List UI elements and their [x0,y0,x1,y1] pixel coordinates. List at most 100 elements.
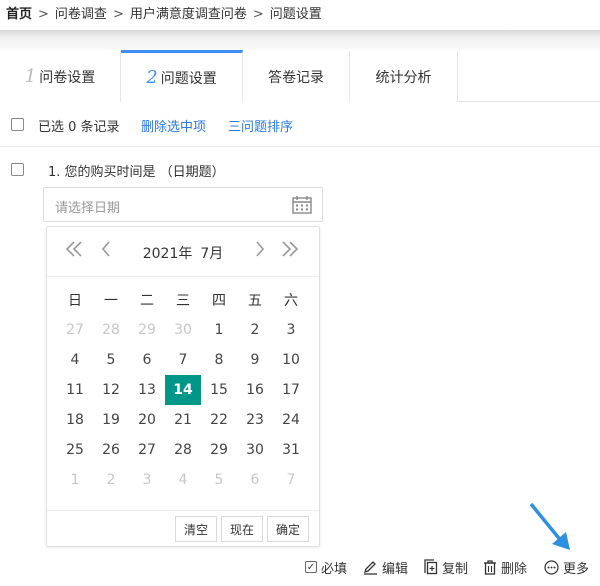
tab-bar: 1 问卷设置 2 问题设置 答卷记录 统计分析 [0,50,600,102]
calendar-day[interactable]: 2 [237,315,273,345]
calendar-day[interactable]: 31 [273,435,309,465]
month-label[interactable]: 7月 [200,246,223,262]
calendar-day[interactable]: 27 [129,435,165,465]
tab-survey-settings[interactable]: 1 问卷设置 [0,51,121,102]
tab-question-settings[interactable]: 2 问题设置 [121,50,243,102]
calendar-day[interactable]: 12 [93,375,129,405]
calendar-day[interactable]: 24 [273,405,309,435]
tab-number: 1 [24,66,37,87]
date-input-placeholder: 请选择日期 [55,201,121,216]
edit-button[interactable]: 编辑 [363,557,408,577]
select-all-checkbox[interactable] [11,118,24,131]
more-button[interactable]: 更多 [544,557,589,577]
breadcrumb: 首页 > 问卷调查 > 用户满意度调查问卷 > 问题设置 [0,0,600,32]
delete-selected-link[interactable]: 删除选中项 [141,116,206,135]
calendar-day[interactable]: 11 [57,375,93,405]
calendar-day[interactable]: 28 [165,435,201,465]
calendar-day-selected[interactable]: 14 [165,375,201,405]
calendar-day[interactable]: 5 [201,465,237,495]
calendar-icon[interactable] [292,196,312,218]
calendar-day[interactable]: 22 [201,405,237,435]
edit-icon [363,560,378,575]
breadcrumb-current: 问题设置 [269,7,322,22]
required-toggle[interactable]: ✓ 必填 [305,557,347,577]
calendar-day[interactable]: 15 [201,375,237,405]
breadcrumb-survey[interactable]: 问卷调查 [55,7,107,22]
date-picker-header: 2021年 7月 [47,227,319,277]
breadcrumb-separator: > [112,7,124,22]
calendar-day[interactable]: 20 [129,405,165,435]
next-year-icon[interactable] [281,241,299,261]
calendar-day[interactable]: 7 [273,465,309,495]
confirm-button[interactable]: 确定 [267,516,309,542]
tab-label: 答卷记录 [268,69,324,86]
weekday-header: 三 [176,293,190,309]
calendar-day[interactable]: 7 [165,345,201,375]
calendar-day[interactable]: 28 [93,315,129,345]
calendar-day[interactable]: 21 [165,405,201,435]
calendar-day[interactable]: 26 [93,435,129,465]
trash-icon [483,559,497,575]
breadcrumb-separator: > [38,7,49,22]
calendar-day[interactable]: 6 [129,345,165,375]
now-button[interactable]: 现在 [221,516,263,542]
copy-label: 复制 [442,561,469,577]
calendar-day[interactable]: 23 [237,405,273,435]
calendar-day[interactable]: 29 [129,315,165,345]
weekday-header: 六 [284,293,298,309]
copy-button[interactable]: 复制 [423,557,468,577]
calendar-day[interactable]: 5 [93,345,129,375]
more-label: 更多 [563,561,590,577]
tab-statistics[interactable]: 统计分析 [350,51,458,102]
calendar-day[interactable]: 17 [273,375,309,405]
calendar-day[interactable]: 25 [57,435,93,465]
weekday-header: 五 [248,293,262,309]
calendar-day[interactable]: 19 [93,405,129,435]
year-label[interactable]: 2021年 [143,246,193,262]
edit-label: 编辑 [382,561,409,577]
breadcrumb-questionnaire[interactable]: 用户满意度调查问卷 [130,7,247,22]
date-picker-footer: 清空 现在 确定 [47,510,319,547]
sort-questions-link[interactable]: 三问题排序 [228,116,293,135]
calendar-day[interactable]: 30 [237,435,273,465]
weekday-header: 一 [104,293,118,309]
calendar-day[interactable]: 1 [57,465,93,495]
calendar-day[interactable]: 4 [57,345,93,375]
date-input[interactable]: 请选择日期 [43,187,323,222]
calendar-day[interactable]: 2 [93,465,129,495]
calendar-day[interactable]: 29 [201,435,237,465]
calendar-day[interactable]: 30 [165,315,201,345]
calendar-day[interactable]: 16 [237,375,273,405]
year-month-label: 2021年 7月 [47,243,319,263]
calendar-day[interactable]: 13 [129,375,165,405]
more-icon [544,559,559,575]
weekday-header: 二 [140,293,154,309]
calendar-day[interactable]: 10 [273,345,309,375]
calendar-day[interactable]: 8 [201,345,237,375]
weekday-header: 日 [68,293,82,309]
toolbar: 已选 0 条记录 删除选中项 三问题排序 [0,103,600,147]
tab-number: 2 [146,67,158,88]
pointer-arrow-icon [529,502,570,550]
tab-label: 统计分析 [375,69,432,86]
calendar-day[interactable]: 27 [57,315,93,345]
question-checkbox[interactable] [11,163,24,176]
question-title: 1. 您的购买时间是 （日期题） [48,165,225,180]
required-checkbox[interactable]: ✓ [305,561,317,573]
clear-button[interactable]: 清空 [175,516,217,542]
calendar-day[interactable]: 6 [237,465,273,495]
calendar-day[interactable]: 4 [165,465,201,495]
selected-count: 已选 0 条记录 [38,120,120,135]
date-picker-popup: 2021年 7月 日一二三四五六 27 28 29 30 1 2 3 4 5 6 7 8 9 10 11 12 13… [46,226,320,547]
breadcrumb-separator: > [252,7,264,22]
calendar-day[interactable]: 3 [129,465,165,495]
calendar-day[interactable]: 1 [201,315,237,345]
next-month-icon[interactable] [255,241,265,261]
calendar-day[interactable]: 9 [237,345,273,375]
tab-answer-records[interactable]: 答卷记录 [243,51,350,102]
delete-button[interactable]: 删除 [483,557,527,577]
calendar-day[interactable]: 18 [57,405,93,435]
calendar-day[interactable]: 3 [273,315,309,345]
breadcrumb-home[interactable]: 首页 [6,7,32,22]
copy-icon [423,559,438,575]
